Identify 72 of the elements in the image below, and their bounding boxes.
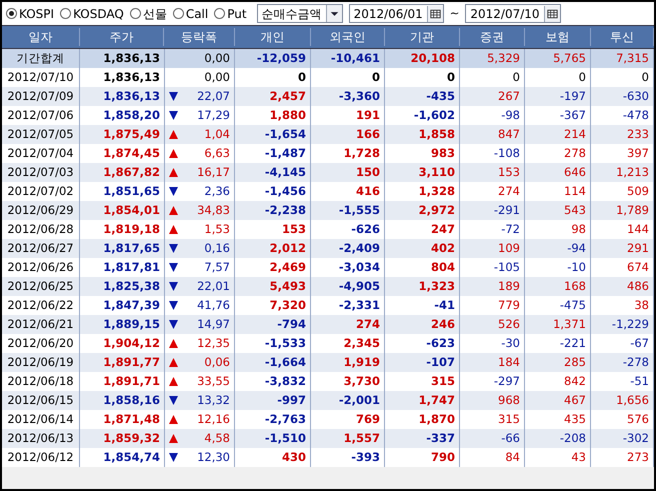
table-cell-text: 6,63	[204, 145, 230, 162]
table-cell-text: 1,875,49	[102, 126, 161, 143]
market-radio[interactable]: Call	[172, 4, 208, 22]
column-header[interactable]: 주가	[80, 28, 164, 46]
table-cell-text: 13,32	[197, 392, 230, 409]
table-cell: 273	[591, 448, 654, 467]
table-cell-text: 1,836,13	[102, 88, 161, 105]
table-cell-text: 12,16	[197, 411, 230, 428]
table-cell-text: 1,858,16	[102, 392, 161, 409]
table-cell-text: 2,36	[204, 183, 230, 200]
table-cell-text: 1,817,81	[102, 259, 161, 276]
market-radio[interactable]: 선물	[130, 4, 167, 22]
table-cell-text: 22,01	[197, 278, 230, 295]
table-cell-text: 7,57	[204, 259, 230, 276]
market-radio[interactable]: Put	[214, 4, 247, 22]
table-cell-text: 34,83	[197, 202, 230, 219]
table-cell-text: 1,891,71	[102, 373, 161, 390]
table-cell-text: 1,859,32	[102, 430, 161, 447]
table-cell-text: 1,847,39	[102, 297, 161, 314]
column-header[interactable]: 기관	[385, 28, 460, 46]
column-header[interactable]: 증권	[460, 28, 525, 46]
table-cell-text: 1,817,65	[102, 240, 161, 257]
calendar-icon[interactable]	[544, 6, 560, 22]
table-cell-text: 1,836,13	[102, 69, 161, 86]
table-cell-text: 33,55	[197, 373, 230, 390]
table-cell-text: 41,76	[197, 297, 230, 314]
table-cell-text: 0,06	[204, 354, 230, 371]
table-cell: 84	[460, 448, 525, 467]
table-cell: 43	[525, 448, 591, 467]
table-cell-text: 1,836,13	[102, 50, 161, 67]
table-cell-text: 1,867,82	[102, 164, 161, 181]
table-cell-text: 17,29	[197, 107, 230, 124]
table-cell-text: 16,17	[197, 164, 230, 181]
column-header[interactable]: 등락폭	[164, 28, 235, 46]
table-cell-text: 1,858,20	[102, 107, 161, 124]
table-cell-text: 14,97	[197, 316, 230, 333]
column-header[interactable]: 보험	[525, 28, 591, 46]
column-header[interactable]: 일자	[2, 28, 80, 46]
table-cell-text: 1,904,12	[102, 335, 161, 352]
caret-icon	[326, 5, 342, 22]
table-cell-text: 1,854,01	[102, 202, 161, 219]
table-cell-text: 4,58	[204, 430, 230, 447]
table-cell-text: 1,825,38	[102, 278, 161, 295]
table-cell-text: 1,819,18	[102, 221, 161, 238]
table-cell-text: 22,07	[197, 88, 230, 105]
table-cell-text: 12,30	[197, 449, 230, 466]
market-radio[interactable]: KOSPI	[6, 4, 54, 22]
date-field[interactable]: 2012/06/01	[348, 4, 444, 23]
range-separator: ~	[450, 4, 460, 22]
table-cell: 430	[235, 448, 311, 467]
table-cell: -393	[311, 448, 385, 467]
table-cell-text: 1,854,74	[102, 449, 161, 466]
table-cell: 2012/06/12	[2, 448, 80, 467]
column-header[interactable]: 개인	[235, 28, 311, 46]
calendar-icon[interactable]	[426, 6, 443, 22]
table-cell-text: 1,04	[204, 126, 230, 143]
table-cell-text: 1,871,48	[102, 411, 161, 428]
market-radio[interactable]: KOSDAQ	[60, 4, 124, 22]
table-cell: 790	[385, 448, 460, 467]
column-header[interactable]: 투신	[591, 28, 654, 46]
measure-dropdown[interactable]: 순매수금액	[256, 4, 343, 23]
table-cell-text: 1,889,15	[102, 316, 161, 333]
date-field[interactable]: 2012/07/10	[465, 4, 561, 23]
column-header[interactable]: 외국인	[311, 28, 385, 46]
table-cell-text: 1,891,77	[102, 354, 161, 371]
table-cell-text: 0,16	[204, 240, 230, 257]
table-cell-text: 0,00	[204, 50, 230, 67]
table-cell-text: 1,874,45	[102, 145, 161, 162]
table-cell-text: 1,53	[204, 221, 230, 238]
table-cell-text: 0,00	[204, 69, 230, 86]
table-cell-text: 1,851,65	[102, 183, 161, 200]
table-cell-text: 12,35	[197, 335, 230, 352]
